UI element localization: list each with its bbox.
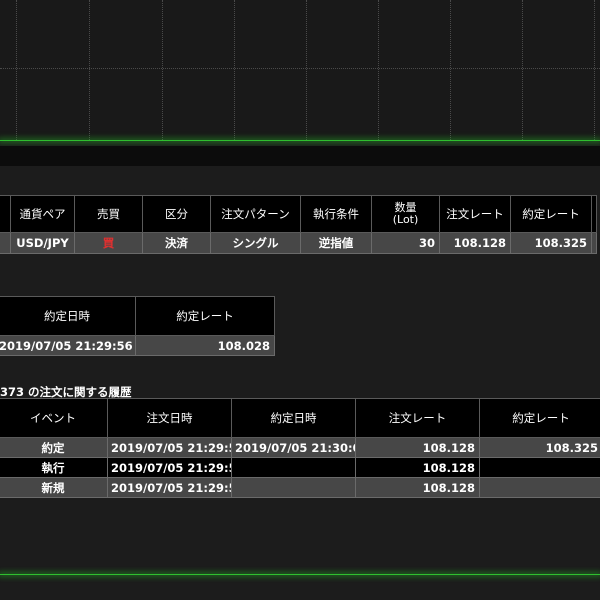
header-cell <box>0 195 11 233</box>
header-side: 売買 <box>74 195 143 233</box>
cell-event: 執行 <box>0 457 108 478</box>
header-order-rate: 注文レート <box>355 398 480 438</box>
cell-event: 約定 <box>0 437 108 458</box>
header-order-rate: 注文レート <box>439 195 511 233</box>
splitter-bar[interactable] <box>0 146 600 166</box>
cell-event: 新規 <box>0 477 108 498</box>
cell-order-time: 2019/07/05 21:29:56 <box>107 437 232 458</box>
cell-order-rate: 108.128 <box>439 232 511 254</box>
chart-gridline <box>0 68 600 69</box>
cell-quantity: 30 <box>371 232 440 254</box>
cell-fill-time: 2019/07/05 21:30:03 <box>231 437 356 458</box>
chart-gridline <box>234 0 235 140</box>
fill-table: 約定日時 約定レート 2019/07/05 21:29:56 108.028 <box>0 296 275 356</box>
chart-gridline <box>306 0 307 140</box>
cell-pattern: シングル <box>210 232 301 254</box>
position-table: 通貨ペア 売買 区分 注文パターン 執行条件 数量 (Lot) 注文レート 約定… <box>0 195 597 254</box>
chart-divider-line <box>0 140 600 141</box>
row-cell <box>591 232 597 254</box>
cell-fill-time: 2019/07/05 21:29:56 <box>0 335 136 356</box>
cell-fill-rate <box>479 477 600 498</box>
chart-gridline <box>89 0 90 140</box>
chart-gridline <box>450 0 451 140</box>
header-fill-time: 約定日時 <box>231 398 356 438</box>
history-table: イベント 注文日時 約定日時 注文レート 約定レート 約定 2019/07/05… <box>0 398 600 498</box>
bottom-divider-line <box>0 574 600 575</box>
cell-fill-time <box>231 457 356 478</box>
row-cell <box>0 232 11 254</box>
table-row[interactable]: 2019/07/05 21:29:56 108.028 <box>0 335 275 356</box>
header-cell <box>591 195 597 233</box>
header-order-time: 注文日時 <box>107 398 232 438</box>
cell-fill-rate: 108.028 <box>135 335 275 356</box>
table-row[interactable]: USD/JPY 買 決済 シングル 逆指値 30 108.128 108.325 <box>0 232 597 254</box>
cell-fill-rate: 108.325 <box>479 437 600 458</box>
chart-gridline <box>162 0 163 140</box>
table-row[interactable]: 執行 2019/07/05 21:29:56 108.128 <box>0 457 600 478</box>
header-condition: 執行条件 <box>300 195 372 233</box>
header-category: 区分 <box>142 195 211 233</box>
chart-gridline <box>522 0 523 140</box>
cell-pair: USD/JPY <box>10 232 75 254</box>
cell-fill-rate: 108.325 <box>510 232 592 254</box>
cell-side: 買 <box>74 232 143 254</box>
table-row[interactable]: 新規 2019/07/05 21:29:56 108.128 <box>0 477 600 498</box>
cell-order-rate: 108.128 <box>355 477 480 498</box>
header-fill-rate: 約定レート <box>479 398 600 438</box>
header-pair: 通貨ペア <box>10 195 75 233</box>
header-fill-time: 約定日時 <box>0 296 136 336</box>
cell-category: 決済 <box>142 232 211 254</box>
chart-area <box>0 0 600 140</box>
header-event: イベント <box>0 398 108 438</box>
cell-order-rate: 108.128 <box>355 437 480 458</box>
cell-order-rate: 108.128 <box>355 457 480 478</box>
cell-fill-rate <box>479 457 600 478</box>
chart-gridline <box>378 0 379 140</box>
header-quantity-unit: (Lot) <box>392 213 419 226</box>
table-row[interactable]: 約定 2019/07/05 21:29:56 2019/07/05 21:30:… <box>0 437 600 458</box>
cell-condition: 逆指値 <box>300 232 372 254</box>
header-pattern: 注文パターン <box>210 195 301 233</box>
chart-gridline <box>16 0 17 140</box>
cell-order-time: 2019/07/05 21:29:56 <box>107 477 232 498</box>
header-fill-rate: 約定レート <box>510 195 592 233</box>
header-quantity: 数量 (Lot) <box>371 195 440 233</box>
chart-gridline <box>594 0 595 140</box>
cell-fill-time <box>231 477 356 498</box>
cell-order-time: 2019/07/05 21:29:56 <box>107 457 232 478</box>
header-fill-rate: 約定レート <box>135 296 275 336</box>
